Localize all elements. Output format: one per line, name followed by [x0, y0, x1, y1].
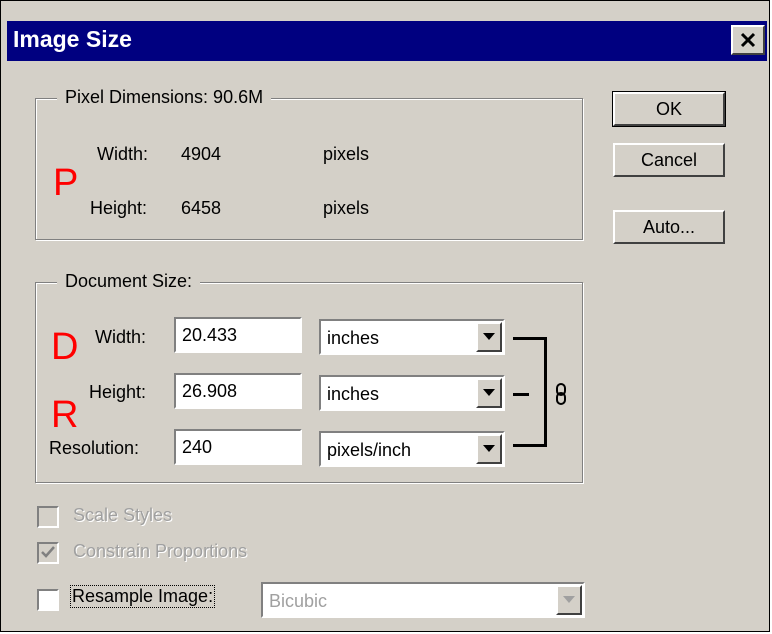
resample-method-select[interactable]: Bicubic — [261, 582, 585, 618]
dropdown-arrow-icon[interactable] — [556, 585, 582, 615]
close-button[interactable] — [731, 25, 765, 55]
cancel-button[interactable]: Cancel — [613, 143, 725, 177]
pixel-width-label: Width: — [97, 144, 149, 164]
dropdown-arrow-icon[interactable] — [476, 378, 502, 408]
dropdown-arrow-icon[interactable] — [476, 322, 502, 352]
doc-width-unit-value: inches — [327, 328, 380, 348]
checkmark-icon — [41, 546, 55, 558]
constrain-link-bracket — [527, 337, 547, 447]
doc-height-label: Height: — [89, 382, 147, 402]
doc-height-unit-value: inches — [327, 384, 380, 404]
pixel-width-value: 4904 — [181, 144, 222, 164]
doc-width-unit-select[interactable]: inches — [319, 319, 505, 355]
resolution-unit-select[interactable]: pixels/inch — [319, 431, 505, 467]
dropdown-arrow-icon[interactable] — [476, 434, 502, 464]
doc-height-input[interactable] — [174, 373, 302, 409]
pixel-width-unit: pixels — [323, 144, 370, 164]
pixel-height-value: 6458 — [181, 198, 222, 218]
document-size-legend: Document Size: — [57, 271, 201, 292]
resample-image-checkbox[interactable] — [37, 589, 59, 611]
bracket-tick-height — [513, 393, 529, 396]
resolution-input[interactable] — [174, 429, 302, 465]
pixel-height-label: Height: — [90, 198, 148, 218]
constrain-proportions-checkbox[interactable] — [37, 542, 59, 564]
image-size-dialog: Image Size Pixel Dimensions: 90.6M P Wid… — [0, 0, 770, 632]
chain-link-icon — [556, 383, 566, 405]
constrain-proportions-label: Constrain Proportions — [73, 541, 248, 561]
doc-width-input[interactable] — [174, 317, 302, 353]
scale-styles-checkbox[interactable] — [37, 506, 59, 528]
annotation-p: P — [53, 162, 79, 204]
resolution-label: Resolution: — [49, 438, 140, 458]
pixel-dimensions-legend: Pixel Dimensions: 90.6M — [57, 87, 272, 108]
scale-styles-label: Scale Styles — [73, 505, 173, 525]
title-bar[interactable]: Image Size — [7, 21, 767, 61]
close-icon — [740, 32, 756, 48]
bracket-tick-width — [513, 337, 529, 340]
auto-button[interactable]: Auto... — [613, 210, 725, 244]
resample-image-label[interactable]: Resample Image: — [69, 585, 216, 608]
annotation-r: R — [51, 394, 79, 436]
resample-method-value: Bicubic — [269, 591, 328, 611]
dialog-title: Image Size — [13, 26, 132, 52]
doc-height-unit-select[interactable]: inches — [319, 375, 505, 411]
ok-button[interactable]: OK — [612, 91, 726, 127]
bracket-tick-resolution — [513, 444, 529, 447]
pixel-height-unit: pixels — [323, 198, 370, 218]
doc-width-label: Width: — [95, 327, 147, 347]
annotation-d: D — [51, 326, 79, 368]
resolution-unit-value: pixels/inch — [327, 440, 412, 460]
